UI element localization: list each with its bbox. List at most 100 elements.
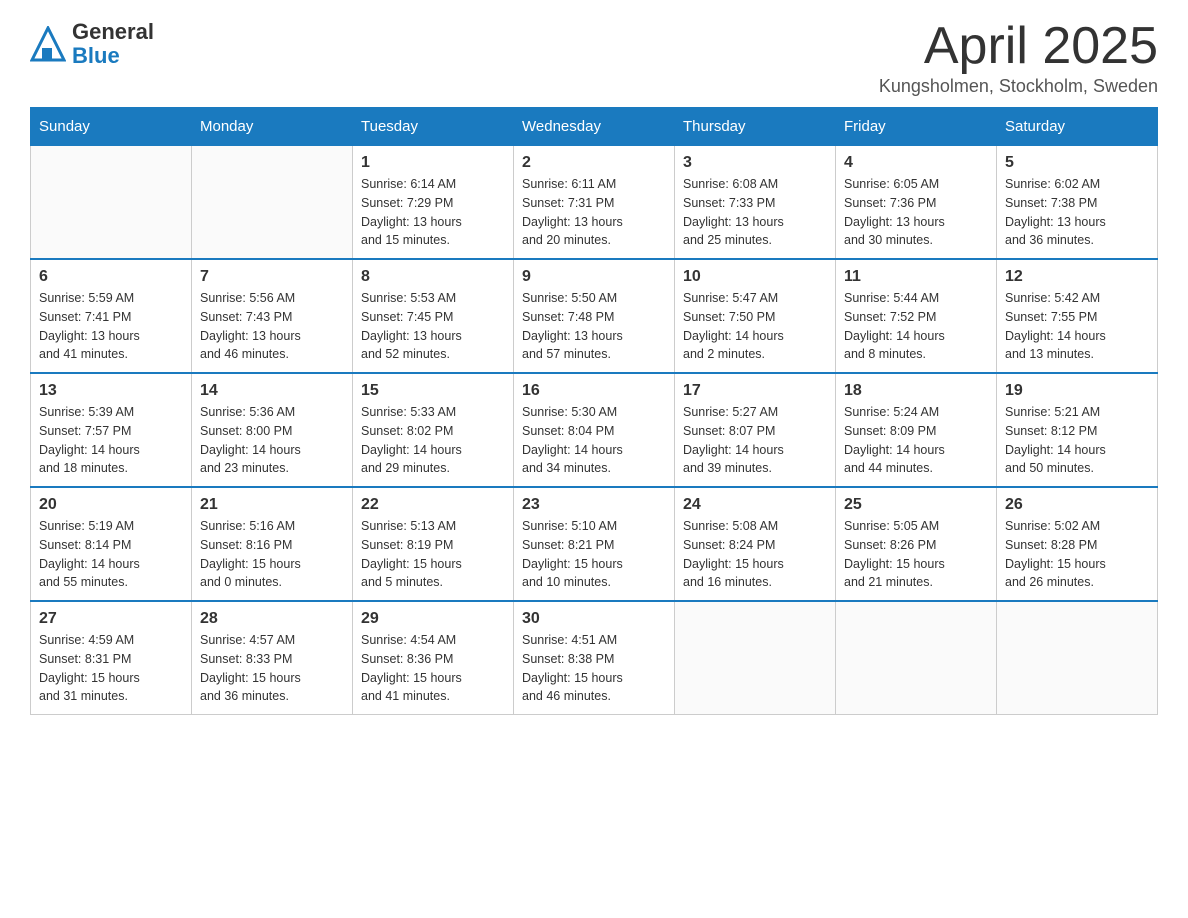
calendar-cell: 2 Sunrise: 6:11 AMSunset: 7:31 PMDaylight… — [514, 146, 675, 260]
day-info: Sunrise: 5:21 AMSunset: 8:12 PMDaylight:… — [1005, 403, 1149, 478]
calendar-week-row: 27 Sunrise: 4:59 AMSunset: 8:31 PMDayligh… — [31, 601, 1158, 715]
calendar-week-row: 6 Sunrise: 5:59 AMSunset: 7:41 PMDaylight… — [31, 259, 1158, 373]
day-info: Sunrise: 5:19 AMSunset: 8:14 PMDaylight:… — [39, 517, 183, 592]
day-info: Sunrise: 5:10 AMSunset: 8:21 PMDaylight:… — [522, 517, 666, 592]
day-info: Sunrise: 5:05 AMSunset: 8:26 PMDaylight:… — [844, 517, 988, 592]
day-number: 15 — [361, 382, 505, 400]
day-info: Sunrise: 5:02 AMSunset: 8:28 PMDaylight:… — [1005, 517, 1149, 592]
day-info: Sunrise: 5:36 AMSunset: 8:00 PMDaylight:… — [200, 403, 344, 478]
calendar-cell: 20Sunrise: 5:19 AMSunset: 8:14 PMDayligh… — [31, 487, 192, 601]
calendar-cell: 25 Sunrise: 5:05 AMSunset: 8:26 PMDayligh… — [836, 487, 997, 601]
calendar-cell: 30 Sunrise: 4:51 AMSunset: 8:38 PMDayligh… — [514, 601, 675, 715]
calendar-cell: 6 Sunrise: 5:59 AMSunset: 7:41 PMDaylight… — [31, 259, 192, 373]
calendar-cell — [997, 601, 1158, 715]
day-info: Sunrise: 6:08 AMSunset: 7:33 PMDaylight:… — [683, 175, 827, 250]
day-number: 4 — [844, 154, 988, 172]
day-number: 11 — [844, 268, 988, 286]
title-area: April 2025 Kungsholmen, Stockholm, Swede… — [879, 20, 1158, 97]
calendar-cell: 11 Sunrise: 5:44 AMSunset: 7:52 PMDayligh… — [836, 259, 997, 373]
day-number: 23 — [522, 496, 666, 514]
day-number: 8 — [361, 268, 505, 286]
day-number: 28 — [200, 610, 344, 628]
day-number: 13 — [39, 382, 183, 400]
day-number: 6 — [39, 268, 183, 286]
calendar-cell: 27 Sunrise: 4:59 AMSunset: 8:31 PMDayligh… — [31, 601, 192, 715]
day-number: 14 — [200, 382, 344, 400]
day-info: Sunrise: 5:33 AMSunset: 8:02 PMDaylight:… — [361, 403, 505, 478]
weekday-header-thursday: Thursday — [675, 108, 836, 146]
day-number: 5 — [1005, 154, 1149, 172]
logo-blue: Blue — [72, 44, 154, 68]
day-number: 3 — [683, 154, 827, 172]
day-info: Sunrise: 6:02 AMSunset: 7:38 PMDaylight:… — [1005, 175, 1149, 250]
calendar-cell: 23 Sunrise: 5:10 AMSunset: 8:21 PMDayligh… — [514, 487, 675, 601]
calendar-cell: 17 Sunrise: 5:27 AMSunset: 8:07 PMDayligh… — [675, 373, 836, 487]
calendar-cell: 13 Sunrise: 5:39 AMSunset: 7:57 PMDayligh… — [31, 373, 192, 487]
day-info: Sunrise: 5:53 AMSunset: 7:45 PMDaylight:… — [361, 289, 505, 364]
calendar-cell: 22 Sunrise: 5:13 AMSunset: 8:19 PMDayligh… — [353, 487, 514, 601]
day-number: 22 — [361, 496, 505, 514]
calendar-week-row: 1Sunrise: 6:14 AMSunset: 7:29 PMDaylight… — [31, 146, 1158, 260]
day-info: Sunrise: 5:24 AMSunset: 8:09 PMDaylight:… — [844, 403, 988, 478]
calendar-week-row: 13 Sunrise: 5:39 AMSunset: 7:57 PMDayligh… — [31, 373, 1158, 487]
logo-icon — [30, 26, 66, 62]
calendar-cell: 19 Sunrise: 5:21 AMSunset: 8:12 PMDayligh… — [997, 373, 1158, 487]
day-info: Sunrise: 5:16 AMSunset: 8:16 PMDaylight:… — [200, 517, 344, 592]
day-info: Sunrise: 5:44 AMSunset: 7:52 PMDaylight:… — [844, 289, 988, 364]
location-subtitle: Kungsholmen, Stockholm, Sweden — [879, 76, 1158, 97]
day-number: 27 — [39, 610, 183, 628]
day-number: 12 — [1005, 268, 1149, 286]
day-info: Sunrise: 5:08 AMSunset: 8:24 PMDaylight:… — [683, 517, 827, 592]
calendar-table: SundayMondayTuesdayWednesdayThursdayFrid… — [30, 107, 1158, 715]
day-info: Sunrise: 6:11 AMSunset: 7:31 PMDaylight:… — [522, 175, 666, 250]
day-number: 16 — [522, 382, 666, 400]
calendar-cell: 29 Sunrise: 4:54 AMSunset: 8:36 PMDayligh… — [353, 601, 514, 715]
day-number: 1 — [361, 154, 505, 172]
calendar-cell: 12Sunrise: 5:42 AMSunset: 7:55 PMDayligh… — [997, 259, 1158, 373]
calendar-cell: 10 Sunrise: 5:47 AMSunset: 7:50 PMDayligh… — [675, 259, 836, 373]
calendar-cell: 14 Sunrise: 5:36 AMSunset: 8:00 PMDayligh… — [192, 373, 353, 487]
calendar-cell: 18 Sunrise: 5:24 AMSunset: 8:09 PMDayligh… — [836, 373, 997, 487]
weekday-header-wednesday: Wednesday — [514, 108, 675, 146]
day-number: 17 — [683, 382, 827, 400]
weekday-header-monday: Monday — [192, 108, 353, 146]
day-info: Sunrise: 5:27 AMSunset: 8:07 PMDaylight:… — [683, 403, 827, 478]
day-number: 30 — [522, 610, 666, 628]
calendar-cell: 28 Sunrise: 4:57 AMSunset: 8:33 PMDayligh… — [192, 601, 353, 715]
calendar-cell: 1Sunrise: 6:14 AMSunset: 7:29 PMDaylight… — [353, 146, 514, 260]
calendar-cell: 15 Sunrise: 5:33 AMSunset: 8:02 PMDayligh… — [353, 373, 514, 487]
day-number: 19 — [1005, 382, 1149, 400]
day-info: Sunrise: 5:59 AMSunset: 7:41 PMDaylight:… — [39, 289, 183, 364]
day-info: Sunrise: 5:47 AMSunset: 7:50 PMDaylight:… — [683, 289, 827, 364]
day-info: Sunrise: 4:59 AMSunset: 8:31 PMDaylight:… — [39, 631, 183, 706]
day-info: Sunrise: 5:39 AMSunset: 7:57 PMDaylight:… — [39, 403, 183, 478]
day-number: 10 — [683, 268, 827, 286]
day-info: Sunrise: 4:51 AMSunset: 8:38 PMDaylight:… — [522, 631, 666, 706]
calendar-cell: 8 Sunrise: 5:53 AMSunset: 7:45 PMDaylight… — [353, 259, 514, 373]
day-info: Sunrise: 5:30 AMSunset: 8:04 PMDaylight:… — [522, 403, 666, 478]
page-header: General Blue April 2025 Kungsholmen, Sto… — [30, 20, 1158, 97]
calendar-cell — [31, 146, 192, 260]
calendar-cell: 5 Sunrise: 6:02 AMSunset: 7:38 PMDaylight… — [997, 146, 1158, 260]
day-info: Sunrise: 4:54 AMSunset: 8:36 PMDaylight:… — [361, 631, 505, 706]
weekday-header-friday: Friday — [836, 108, 997, 146]
logo: General Blue — [30, 20, 154, 68]
weekday-header-tuesday: Tuesday — [353, 108, 514, 146]
calendar-cell — [675, 601, 836, 715]
day-number: 9 — [522, 268, 666, 286]
weekday-header-saturday: Saturday — [997, 108, 1158, 146]
day-info: Sunrise: 4:57 AMSunset: 8:33 PMDaylight:… — [200, 631, 344, 706]
calendar-cell: 4 Sunrise: 6:05 AMSunset: 7:36 PMDaylight… — [836, 146, 997, 260]
day-number: 25 — [844, 496, 988, 514]
calendar-cell: 3 Sunrise: 6:08 AMSunset: 7:33 PMDaylight… — [675, 146, 836, 260]
day-info: Sunrise: 5:56 AMSunset: 7:43 PMDaylight:… — [200, 289, 344, 364]
calendar-cell — [192, 146, 353, 260]
calendar-cell: 26Sunrise: 5:02 AMSunset: 8:28 PMDayligh… — [997, 487, 1158, 601]
day-info: Sunrise: 5:13 AMSunset: 8:19 PMDaylight:… — [361, 517, 505, 592]
weekday-header-sunday: Sunday — [31, 108, 192, 146]
day-number: 2 — [522, 154, 666, 172]
day-number: 18 — [844, 382, 988, 400]
day-number: 29 — [361, 610, 505, 628]
day-info: Sunrise: 6:05 AMSunset: 7:36 PMDaylight:… — [844, 175, 988, 250]
calendar-cell: 21Sunrise: 5:16 AMSunset: 8:16 PMDayligh… — [192, 487, 353, 601]
